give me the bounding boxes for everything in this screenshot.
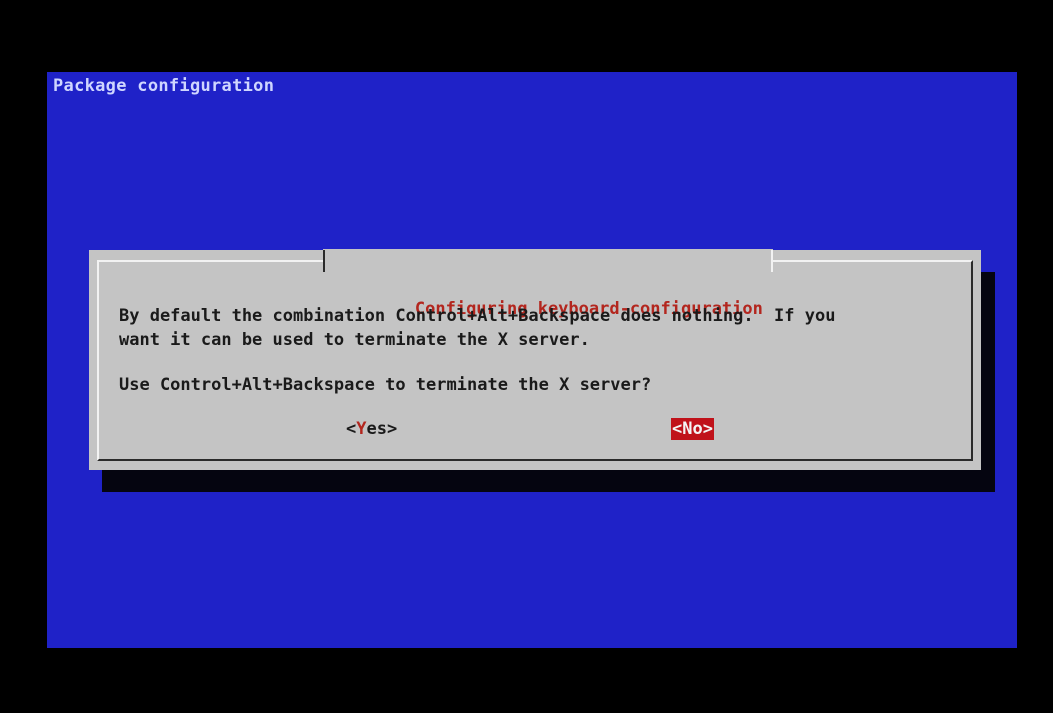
- message-line-1: By default the combination Control+Alt+B…: [119, 306, 836, 326]
- dialog-frame: Configuring keyboard-configuration By de…: [97, 249, 973, 461]
- yes-button[interactable]: <Yes>: [345, 418, 398, 440]
- no-button[interactable]: <No>: [671, 418, 714, 440]
- dialog-message: By default the combination Control+Alt+B…: [119, 304, 835, 352]
- dialog-question: Use Control+Alt+Backspace to terminate t…: [119, 375, 652, 395]
- yes-close-bracket: >: [386, 419, 398, 439]
- confirm-dialog: Configuring keyboard-configuration By de…: [89, 249, 981, 470]
- yes-hotkey: Y: [356, 419, 367, 439]
- yes-label-rest: es: [366, 419, 387, 439]
- yes-open-bracket: <: [346, 419, 357, 439]
- message-line-2: want it can be used to terminate the X s…: [119, 330, 590, 350]
- title-right-tick: [770, 250, 773, 272]
- backtitle: Package configuration: [53, 76, 275, 96]
- terminal-screen: Package configuration Configuring keyboa…: [47, 72, 1017, 648]
- title-left-tick: [323, 250, 325, 272]
